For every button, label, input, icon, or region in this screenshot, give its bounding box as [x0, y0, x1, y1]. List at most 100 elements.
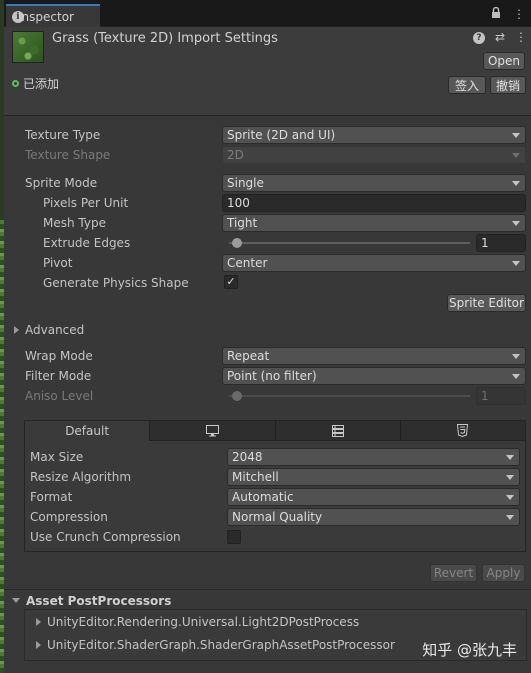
status-added: 已添加 — [12, 75, 59, 92]
pixels-per-unit-label: Pixels Per Unit — [43, 196, 129, 210]
asset-postprocessors-foldout[interactable]: Asset PostProcessors — [12, 594, 171, 608]
tab-standalone[interactable] — [150, 421, 276, 441]
chevron-down-icon — [12, 598, 20, 603]
chevron-down-icon — [512, 153, 520, 158]
status-dot-icon — [12, 80, 19, 87]
filter-mode-label: Filter Mode — [25, 369, 92, 383]
lock-icon[interactable] — [491, 6, 501, 22]
watermark-text: 知乎 @张九丰 — [422, 641, 517, 659]
chevron-right-icon — [36, 618, 41, 626]
format-value: Automatic — [232, 490, 294, 504]
generate-physics-shape-checkbox[interactable]: ✓ — [224, 275, 238, 289]
extrude-edges-slider-knob[interactable] — [232, 238, 242, 248]
extrude-edges-slider-track[interactable] — [229, 242, 470, 244]
help-icon[interactable]: ? — [472, 32, 485, 44]
chevron-down-icon — [506, 475, 514, 480]
compression-dropdown[interactable]: Normal Quality — [227, 508, 520, 526]
format-label: Format — [30, 490, 73, 504]
pivot-label: Pivot — [43, 256, 73, 270]
sprite-mode-label: Sprite Mode — [25, 176, 98, 190]
postprocessor-name: UnityEditor.Rendering.Universal.Light2DP… — [47, 615, 360, 629]
aniso-level-field: 1 — [476, 387, 526, 405]
sprite-editor-button[interactable]: Sprite Editor — [447, 294, 526, 312]
revert-button: Revert — [430, 564, 477, 582]
chevron-down-icon — [512, 221, 520, 226]
list-item[interactable]: UnityEditor.Rendering.Universal.Light2DP… — [36, 615, 359, 629]
compression-value: Normal Quality — [232, 510, 323, 524]
asset-postprocessors-title: Asset PostProcessors — [26, 594, 172, 608]
aniso-level-slider-knob — [232, 391, 242, 401]
mesh-type-dropdown[interactable]: Tight — [222, 214, 526, 232]
advanced-foldout[interactable]: Advanced — [14, 323, 84, 337]
more-menu-icon[interactable]: ⋮ — [515, 30, 527, 44]
filter-mode-dropdown[interactable]: Point (no filter) — [222, 367, 526, 385]
filter-mode-value: Point (no filter) — [227, 369, 317, 383]
chevron-down-icon — [512, 133, 520, 138]
chevron-right-icon — [36, 641, 41, 649]
tab-server[interactable] — [275, 421, 401, 441]
more-menu-icon[interactable]: ⋮ — [513, 7, 525, 22]
resize-algorithm-value: Mitchell — [232, 470, 279, 484]
sprite-mode-dropdown[interactable]: Single — [222, 174, 526, 192]
generate-physics-shape-label: Generate Physics Shape — [43, 276, 189, 290]
mesh-type-label: Mesh Type — [43, 216, 106, 230]
wrap-mode-label: Wrap Mode — [25, 349, 93, 363]
use-crunch-label: Use Crunch Compression — [30, 530, 181, 544]
max-size-dropdown[interactable]: 2048 — [227, 448, 520, 466]
open-button[interactable]: Open — [483, 52, 525, 70]
pivot-value: Center — [227, 256, 268, 270]
preset-icon[interactable]: ⇄ — [495, 30, 505, 44]
page-title: Grass (Texture 2D) Import Settings — [52, 31, 278, 46]
revert-vcs-button[interactable]: 撤销 — [490, 76, 526, 94]
tab-inspector[interactable]: i Inspector — [6, 4, 100, 27]
list-item[interactable]: UnityEditor.ShaderGraph.ShaderGraphAsset… — [36, 638, 395, 652]
tab-inspector-label: Inspector — [18, 9, 74, 24]
tab-webgl[interactable] — [400, 421, 525, 441]
chevron-down-icon — [512, 374, 520, 379]
chevron-down-icon — [506, 495, 514, 500]
extrude-edges-label: Extrude Edges — [43, 236, 131, 250]
advanced-label: Advanced — [25, 323, 85, 337]
checkin-button[interactable]: 签入 — [448, 76, 486, 94]
chevron-right-icon — [14, 326, 19, 334]
format-dropdown[interactable]: Automatic — [227, 488, 520, 506]
texture-type-dropdown[interactable]: Sprite (2D and UI) — [222, 126, 526, 144]
pivot-dropdown[interactable]: Center — [222, 254, 526, 272]
chevron-down-icon — [512, 261, 520, 266]
max-size-label: Max Size — [30, 450, 84, 464]
server-icon — [331, 424, 344, 437]
texture-type-value: Sprite (2D and UI) — [227, 128, 336, 142]
aniso-level-label: Aniso Level — [25, 389, 94, 403]
texture-type-label: Texture Type — [25, 128, 101, 142]
pixels-per-unit-field[interactable]: 100 — [222, 194, 526, 212]
status-text: 已添加 — [23, 77, 60, 91]
chevron-down-icon — [506, 515, 514, 520]
sprite-mode-value: Single — [227, 176, 264, 190]
html5-icon — [457, 424, 469, 437]
chevron-down-icon — [512, 181, 520, 186]
resize-algorithm-dropdown[interactable]: Mitchell — [227, 468, 520, 486]
texture-shape-label: Texture Shape — [25, 148, 111, 162]
apply-button: Apply — [482, 564, 525, 582]
platform-tabs: Default — [25, 421, 525, 441]
texture-shape-value: 2D — [227, 148, 244, 162]
extrude-edges-field[interactable]: 1 — [476, 234, 526, 252]
inspector-header: Grass (Texture 2D) Import Settings ? ⇄ ⋮… — [4, 27, 531, 116]
max-size-value: 2048 — [232, 450, 263, 464]
wrap-mode-value: Repeat — [227, 349, 270, 363]
chevron-down-icon — [506, 455, 514, 460]
compression-label: Compression — [30, 510, 108, 524]
use-crunch-checkbox[interactable] — [227, 530, 241, 544]
chevron-down-icon — [512, 354, 520, 359]
texture-thumbnail — [12, 31, 44, 63]
aniso-level-slider-track — [229, 395, 470, 397]
texture-shape-dropdown: 2D — [222, 146, 526, 164]
wrap-mode-dropdown[interactable]: Repeat — [222, 347, 526, 365]
grass-preview-strip — [0, 220, 4, 673]
tab-default-label: Default — [65, 424, 110, 438]
postprocessor-name: UnityEditor.ShaderGraph.ShaderGraphAsset… — [47, 638, 395, 652]
monitor-icon — [205, 424, 219, 436]
tab-bar: i Inspector ⋮ — [4, 0, 531, 27]
tab-default[interactable]: Default — [25, 421, 151, 441]
mesh-type-value: Tight — [227, 216, 258, 230]
